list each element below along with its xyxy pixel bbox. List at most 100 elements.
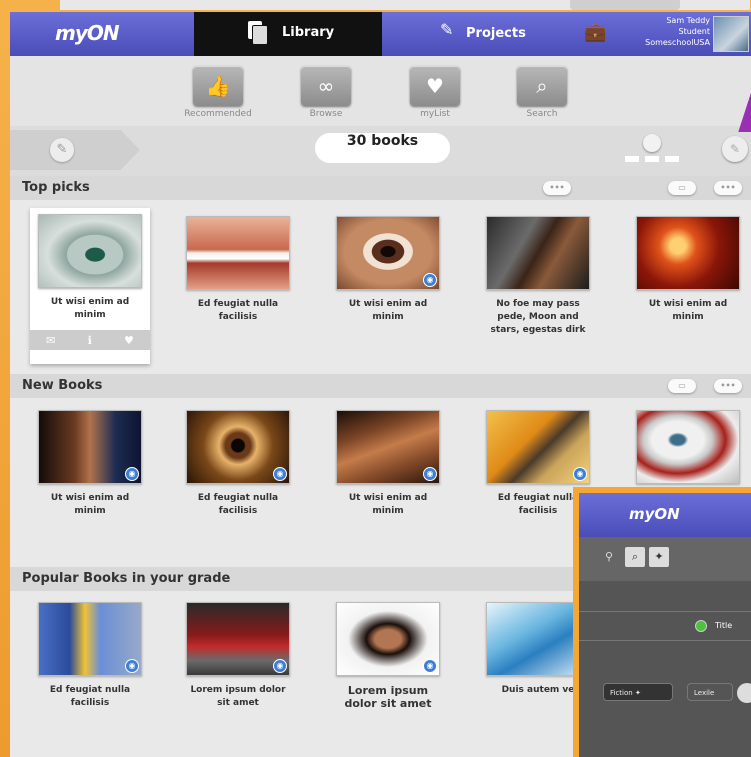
tab-projects-label: Projects [466,26,526,41]
mail-icon[interactable]: ✉ [46,334,55,347]
subnav-browse[interactable]: ∞ Browse [276,66,376,119]
subnav-mylist[interactable]: ♥ myList [385,66,485,119]
section-title: Top picks [22,180,90,195]
tab-library-label: Library [282,25,335,40]
section-header-top-picks: Top picks ••• ▭ ••• [10,176,751,200]
more-chip[interactable] [737,683,751,703]
book-cover[interactable]: ◉ [38,410,142,484]
audio-badge-icon: ◉ [125,467,139,481]
book-card[interactable]: ◉ Ed feugiat nulla facilisis [30,602,150,710]
thumbs-up-icon: 👍 [193,66,243,106]
search-icon[interactable]: ⌕ [625,547,645,567]
book-card[interactable]: ◉ Ut wisi enim ad minim [30,410,150,518]
settings-icon[interactable]: ✎ [722,136,748,162]
book-card[interactable]: ◉ Lorem ipsum dolor sit amet [178,602,298,710]
title-radio[interactable] [695,620,707,632]
myon-logo[interactable]: myON [629,505,680,523]
device-toolbar: ⚲ ⌕ ✦ [579,537,751,581]
top-strip-box [570,0,680,10]
briefcase-icon[interactable]: 💼 [584,22,606,43]
book-cover[interactable]: ◉ [186,602,290,676]
prev-button[interactable]: ▭ [668,379,696,393]
subnav-label: myList [420,109,450,119]
device-navbar: myON [579,493,751,537]
book-title: Ed feugiat nulla facilisis [49,685,131,708]
section-title: Popular Books in your grade [22,571,231,586]
lexile-chip[interactable]: Lexile [687,683,733,701]
prev-button[interactable]: ▭ [668,181,696,195]
book-title: Ut wisi enim ad minim [50,297,130,320]
book-cover[interactable] [38,214,142,288]
audio-badge-icon: ◉ [125,659,139,673]
book-cover[interactable] [486,216,590,290]
book-card[interactable]: Ed feugiat nulla facilisis [178,216,298,324]
device-screen: myON ⚲ ⌕ ✦ Title Fiction ✦ Lexile [579,493,751,757]
tab-projects[interactable]: ✎ Projects [440,20,526,41]
pin-icon[interactable]: ⚲ [599,547,619,567]
rabbit-icon[interactable]: ✦ [649,547,669,567]
subnav-search[interactable]: ⌕ Search [492,66,592,119]
book-cover[interactable]: ◉ [486,410,590,484]
book-cover[interactable]: ◉ [336,602,440,676]
audio-badge-icon: ◉ [423,659,437,673]
book-cover[interactable] [636,216,740,290]
book-title: No foe may pass pede, Moon and stars, eg… [490,299,586,335]
user-name: Sam Teddy [666,16,710,25]
audio-badge-icon: ◉ [573,467,587,481]
chip-label: Fiction [610,689,633,697]
next-dots-button[interactable]: ••• [714,181,742,195]
book-card[interactable]: No foe may pass pede, Moon and stars, eg… [478,216,598,337]
pencil-icon: ✎ [440,20,454,39]
library-books-icon [246,21,268,45]
book-cover[interactable]: ◉ [186,410,290,484]
top-strip [60,0,750,10]
edit-pencil-icon[interactable]: ✎ [50,138,74,162]
info-icon[interactable]: ℹ [88,334,92,347]
user-avatar[interactable] [713,16,749,52]
book-cover[interactable]: ◉ [336,410,440,484]
toggle-knob[interactable] [643,134,661,152]
audio-badge-icon: ◉ [273,659,287,673]
book-card[interactable]: Ut wisi enim ad minim [628,216,748,324]
filter-edit-tab[interactable]: ✎ [10,130,140,170]
device-panel: myON ⚲ ⌕ ✦ Title Fiction ✦ Lexile [573,487,751,757]
book-title: Lorem ipsum dolor sit amet [344,684,432,710]
fiction-chip[interactable]: Fiction ✦ [603,683,673,701]
book-card[interactable]: ◉ Ut wisi enim ad minim [328,216,448,324]
user-info: Sam Teddy Student SomeschoolUSA [630,15,710,48]
book-title: Ed feugiat nulla facilisis [197,299,279,322]
book-card[interactable] [628,410,748,492]
next-dots-button[interactable]: ••• [714,379,742,393]
book-count: 30 books [315,133,450,163]
subnav-label: Search [526,109,558,119]
subnav-recommended[interactable]: 👍 Recommended [168,66,268,119]
book-title: Ut wisi enim ad minim [648,299,728,322]
book-title: Ed feugiat nulla facilisis [197,493,279,516]
user-role: Student [678,27,711,36]
subnav-label: Recommended [184,109,252,119]
heart-icon[interactable]: ♥ [124,334,134,347]
library-subnav: 👍 Recommended ∞ Browse ♥ myList ⌕ Search [10,56,751,126]
more-dots-button[interactable]: ••• [543,181,571,195]
view-toggle[interactable] [625,134,681,164]
book-cover[interactable] [186,216,290,290]
book-title: Ut wisi enim ad minim [50,493,130,516]
tab-library[interactable]: Library [194,12,382,63]
heart-icon: ♥ [410,66,460,106]
section-title: New Books [22,378,103,393]
section-header-new-books: New Books ▭ ••• [10,374,751,398]
book-card[interactable]: ◉ Ed feugiat nulla facilisis [178,410,298,518]
book-card[interactable]: Ut wisi enim ad minim ✉ ℹ ♥ [30,208,150,364]
book-cover[interactable]: ◉ [38,602,142,676]
book-card[interactable]: ◉ Ut wisi enim ad minim [328,410,448,518]
title-filter-row[interactable]: Title [579,611,751,641]
myon-logo[interactable]: myON [55,21,145,45]
chip-label: Lexile [694,689,715,697]
audio-badge-icon: ◉ [423,467,437,481]
book-title: Lorem ipsum dolor sit amet [190,685,286,708]
subnav-label: Browse [309,109,343,119]
book-cover[interactable]: ◉ [336,216,440,290]
book-title: Ut wisi enim ad minim [348,299,428,322]
book-card[interactable]: ◉ Lorem ipsum dolor sit amet [328,602,448,710]
book-cover[interactable] [636,410,740,484]
